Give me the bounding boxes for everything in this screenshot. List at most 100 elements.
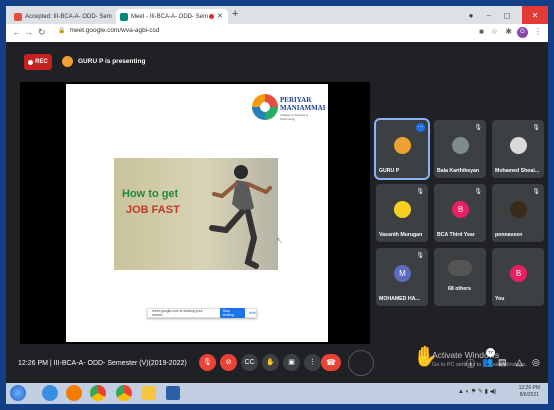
camera-icon[interactable]: ■	[479, 27, 484, 36]
logo-emblem-icon	[252, 94, 278, 120]
participant-name: GURU P	[379, 168, 400, 174]
account-icon[interactable]: ●	[464, 6, 478, 24]
participant-tile[interactable]: 🎙 B BCA Third Year	[434, 184, 486, 242]
participant-avatar: M	[394, 265, 411, 282]
presenting-label: GURU P is presenting	[78, 58, 146, 65]
rec-label: REC	[35, 59, 48, 65]
stop-sharing-button[interactable]: Stop sharing	[219, 308, 245, 318]
presenting-indicator: GURU P is presenting	[62, 56, 145, 67]
participant-name: MOHAMED HA...	[379, 296, 420, 302]
presentation-screen: PERIYAR MANIAMMAI Institute of Science &…	[20, 82, 370, 344]
others-avatars	[448, 260, 472, 276]
url-field[interactable]: 🔒 meet.google.com/wva-agbi-csd	[58, 27, 159, 34]
participant-avatar	[510, 201, 527, 218]
taskbar-clock[interactable]: 12:26 PM 8/6/2021	[519, 385, 540, 399]
lock-icon[interactable]: ◎	[532, 357, 540, 368]
file-explorer-icon[interactable]	[142, 386, 156, 400]
captions-button[interactable]: CC	[241, 354, 258, 371]
meet-bottom-bar: 12:26 PM | III-BCA-A- ODD- Semester (V)(…	[6, 344, 548, 383]
logo-name: PERIYAR MANIAMMAI	[280, 96, 326, 112]
participant-tile[interactable]: 🎙 ponnaveen	[492, 184, 544, 242]
minimize-button[interactable]: –	[482, 6, 496, 24]
window-close-button[interactable]: ✕	[522, 6, 548, 24]
screen-share-notice: meet.google.com is sharing your screen. …	[147, 308, 257, 318]
people-icon[interactable]: 👥	[482, 357, 493, 368]
camera-off-button[interactable]: ⊘	[220, 354, 237, 371]
tab-calendar[interactable]: Accepted: III-BCA-A- ODD- Sem ✕	[10, 9, 128, 24]
firefox-icon[interactable]	[66, 385, 82, 401]
participant-tile[interactable]: … GURU P	[374, 118, 430, 180]
recording-dot-icon	[209, 14, 214, 19]
slide: PERIYAR MANIAMMAI Institute of Science &…	[66, 84, 328, 342]
end-call-button[interactable]: ☎	[321, 354, 341, 371]
participant-tile[interactable]: 🎙 Vasanth Murugan	[376, 184, 428, 242]
maximize-button[interactable]: ◻	[500, 6, 514, 24]
check-circle-icon	[348, 350, 374, 376]
logo-subtitle: Institute of Science & Technology	[280, 113, 309, 121]
menu-dots-icon[interactable]: ⋮	[534, 27, 542, 36]
reload-icon[interactable]: ↻	[38, 27, 46, 38]
extensions-icon[interactable]: ✱	[505, 27, 512, 36]
participant-avatar	[452, 137, 469, 154]
participant-tile[interactable]: 68 others	[434, 248, 486, 306]
headline-line1: How to get	[122, 188, 179, 200]
participant-tile[interactable]: 🎙 M MOHAMED HA...	[376, 248, 428, 306]
participant-name: Vasanth Murugan	[379, 232, 423, 238]
browser-tab-strip: Accepted: III-BCA-A- ODD- Sem ✕ Meet - I…	[6, 6, 548, 24]
tab-title: Meet - III-BCA-A- ODD- Sem	[131, 13, 209, 20]
logo-name-line2: MANIAMMAI	[280, 104, 326, 112]
participant-tile[interactable]: 🎙 Bala Karthikeyan	[434, 120, 486, 178]
star-icon[interactable]: ☆	[491, 27, 498, 36]
logo-name-line1: PERIYAR	[280, 96, 312, 104]
more-options-button[interactable]: ⋮	[304, 354, 321, 371]
internet-explorer-icon[interactable]	[42, 385, 58, 401]
forward-arrow-icon[interactable]: →	[24, 27, 33, 37]
lock-icon: 🔒	[58, 28, 66, 34]
mic-muted-icon: 🎙	[474, 125, 482, 131]
mic-muted-icon: 🎙	[416, 253, 424, 259]
address-bar: ← → ↻ 🔒 meet.google.com/wva-agbi-csd ■ ☆…	[6, 24, 548, 43]
start-button-icon[interactable]	[10, 385, 26, 401]
participant-name: 68 others	[448, 286, 472, 292]
gmail-icon	[14, 12, 22, 21]
job-fast-image: How to get JOB FAST	[114, 158, 278, 270]
info-icon[interactable]: ⓘ	[466, 357, 475, 370]
chrome-icon[interactable]	[90, 385, 106, 401]
tab-meet[interactable]: Meet - III-BCA-A- ODD- Sem ✕	[116, 9, 228, 24]
mic-muted-icon: 🎙	[416, 189, 424, 195]
participant-tile[interactable]: 🎙 Mohamed Shoai...	[492, 120, 544, 178]
mic-muted-icon: 🎙	[532, 125, 540, 131]
more-options-icon[interactable]: …	[416, 123, 425, 132]
participant-name: BCA Third Year	[437, 232, 475, 238]
raise-hand-button[interactable]: ✋	[262, 354, 279, 371]
windows-taskbar: ▲ ◐ ⚑ ✎ ▮ ◀) 12:26 PM 8/6/2021	[6, 383, 548, 404]
participant-name: ponnaveen	[495, 232, 523, 238]
back-arrow-icon[interactable]: ←	[12, 27, 21, 37]
participant-avatar: B	[452, 201, 469, 218]
close-tab-icon[interactable]: ✕	[217, 12, 223, 20]
new-tab-button[interactable]: +	[232, 8, 238, 20]
present-button[interactable]: ▣	[283, 354, 300, 371]
recording-badge: REC	[24, 54, 52, 70]
mic-muted-icon: 🎙	[532, 189, 540, 195]
participant-name: Bala Karthikeyan	[437, 168, 480, 174]
hide-button[interactable]: Hide	[249, 311, 256, 315]
mic-off-button[interactable]: 🎙	[199, 354, 216, 371]
runner-illustration	[209, 165, 272, 269]
activities-icon[interactable]: △	[516, 357, 523, 368]
chrome-icon[interactable]	[116, 385, 132, 401]
media-app-icon[interactable]	[166, 386, 180, 400]
university-logo: PERIYAR MANIAMMAI Institute of Science &…	[252, 94, 326, 134]
meeting-info: 12:26 PM | III-BCA-A- ODD- Semester (V)(…	[18, 360, 187, 367]
participant-tile[interactable]: B You	[492, 248, 544, 306]
chat-icon[interactable]: ▤	[498, 357, 507, 368]
share-text: meet.google.com is sharing your screen.	[152, 309, 203, 317]
url-text: meet.google.com/wva-agbi-csd	[69, 27, 160, 34]
profile-avatar[interactable]: G	[517, 27, 528, 38]
participant-name: You	[495, 296, 505, 302]
system-tray-icons[interactable]: ▲ ◐ ⚑ ✎ ▮ ◀)	[458, 388, 496, 395]
participant-name: Mohamed Shoai...	[495, 168, 540, 174]
mic-muted-icon: 🎙	[474, 189, 482, 195]
headline-line2: JOB FAST	[126, 204, 180, 216]
mouse-cursor-icon: ↖	[276, 236, 283, 245]
